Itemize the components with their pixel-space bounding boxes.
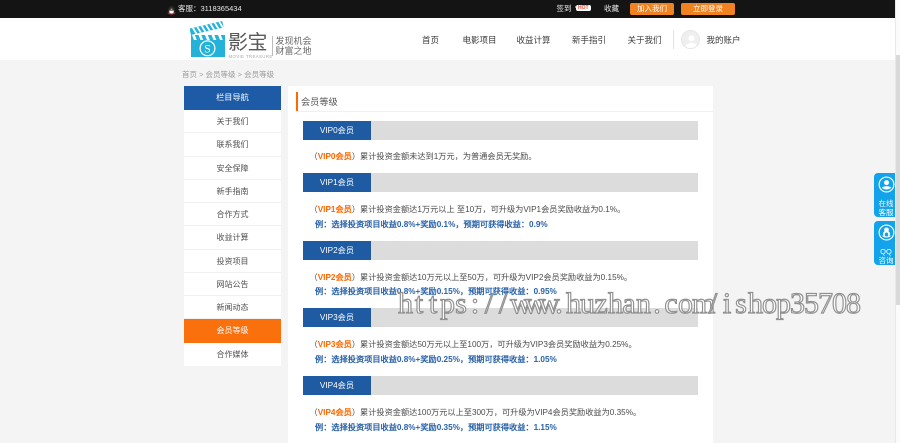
svg-text:S: S xyxy=(204,42,211,56)
